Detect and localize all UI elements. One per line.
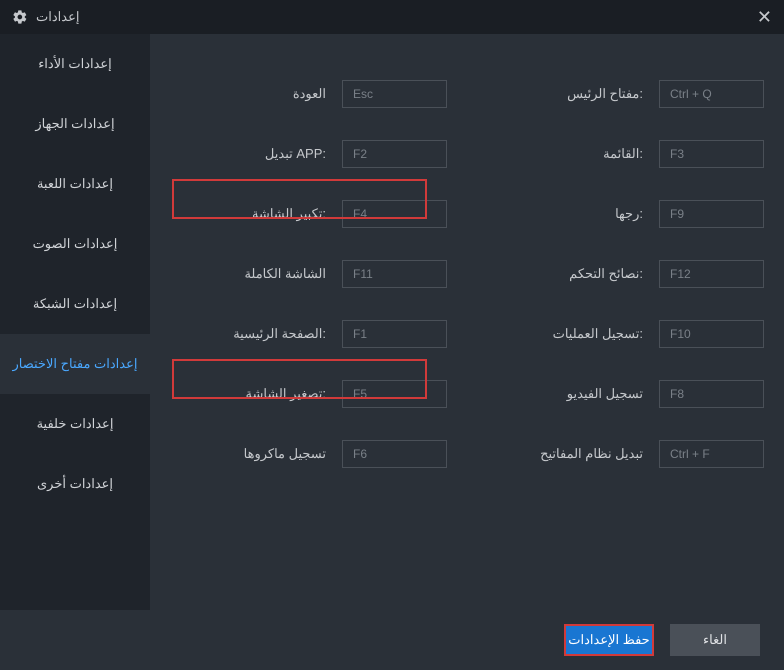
shortcut-input-fullscreen[interactable] [342, 260, 447, 288]
shortcut-label: تكبير الشاشة: [252, 206, 326, 222]
shortcut-label: تسجيل العمليات: [553, 326, 643, 342]
window-title: إعدادات [36, 9, 79, 25]
shortcut-input-macro[interactable] [342, 440, 447, 468]
shortcut-label: العودة [293, 86, 326, 102]
shortcut-input-record-video[interactable] [659, 380, 764, 408]
shortcut-input-home[interactable] [342, 320, 447, 348]
save-button-label: حفظ الإعدادات [568, 632, 649, 648]
sidebar-item-label: إعدادات الصوت [33, 236, 118, 252]
shortcut-input-switch-app[interactable] [342, 140, 447, 168]
sidebar-item-label: إعدادات الأداء [38, 56, 112, 72]
shortcut-label: الشاشة الكاملة [244, 266, 326, 282]
sidebar-item-performance[interactable]: إعدادات الأداء [0, 34, 150, 94]
content-area: العودة مفتاح الرئيس: تبديل APP: القائمة:… [150, 34, 784, 610]
shortcut-label: نصائح التحكم: [569, 266, 643, 282]
cancel-button[interactable]: الغاء [670, 624, 760, 656]
shortcut-input-boss[interactable] [659, 80, 764, 108]
shortcut-input-shake[interactable] [659, 200, 764, 228]
footer: حفظ الإعدادات الغاء [0, 610, 784, 670]
shortcut-label: تسجيل ماكروها [244, 446, 326, 462]
sidebar-item-label: إعدادات خلفية [37, 416, 114, 432]
shortcut-input-menu[interactable] [659, 140, 764, 168]
shortcut-label: تسجيل الفيديو [567, 386, 643, 402]
shortcut-label: الصفحة الرئيسية: [233, 326, 326, 342]
sidebar-item-game[interactable]: إعدادات اللعبة [0, 154, 150, 214]
save-button[interactable]: حفظ الإعدادات [564, 624, 654, 656]
sidebar: إعدادات الأداء إعدادات الجهاز إعدادات ال… [0, 34, 150, 610]
sidebar-item-other[interactable]: إعدادات أخرى [0, 454, 150, 514]
shortcut-label: تبديل نظام المفاتيح [540, 446, 643, 462]
gear-icon [12, 9, 28, 25]
sidebar-item-sound[interactable]: إعدادات الصوت [0, 214, 150, 274]
shortcut-label: تبديل APP: [265, 146, 326, 162]
sidebar-item-device[interactable]: إعدادات الجهاز [0, 94, 150, 154]
sidebar-item-background[interactable]: إعدادات خلفية [0, 394, 150, 454]
sidebar-item-label: إعدادات اللعبة [37, 176, 113, 192]
cancel-button-label: الغاء [703, 632, 727, 648]
sidebar-item-label: إعدادات الشبكة [33, 296, 117, 312]
shortcut-input-zoom-out[interactable] [342, 380, 447, 408]
sidebar-item-label: إعدادات مفتاح الاختصار [13, 356, 138, 372]
titlebar: إعدادات ✕ [0, 0, 784, 34]
shortcut-input-control-tips[interactable] [659, 260, 764, 288]
shortcut-input-keymap[interactable] [659, 440, 764, 468]
shortcut-label: رجها: [615, 206, 643, 222]
shortcut-input-back[interactable] [342, 80, 447, 108]
sidebar-item-network[interactable]: إعدادات الشبكة [0, 274, 150, 334]
sidebar-item-label: إعدادات الجهاز [35, 116, 114, 132]
sidebar-item-shortcut[interactable]: إعدادات مفتاح الاختصار [0, 334, 150, 394]
sidebar-item-label: إعدادات أخرى [37, 476, 113, 492]
shortcut-label: القائمة: [603, 146, 643, 162]
shortcut-label: مفتاح الرئيس: [567, 86, 643, 102]
shortcut-input-zoom-in[interactable] [342, 200, 447, 228]
close-icon[interactable]: ✕ [757, 7, 772, 28]
shortcut-label: تصغير الشاشة: [246, 386, 327, 402]
shortcut-input-record-ops[interactable] [659, 320, 764, 348]
